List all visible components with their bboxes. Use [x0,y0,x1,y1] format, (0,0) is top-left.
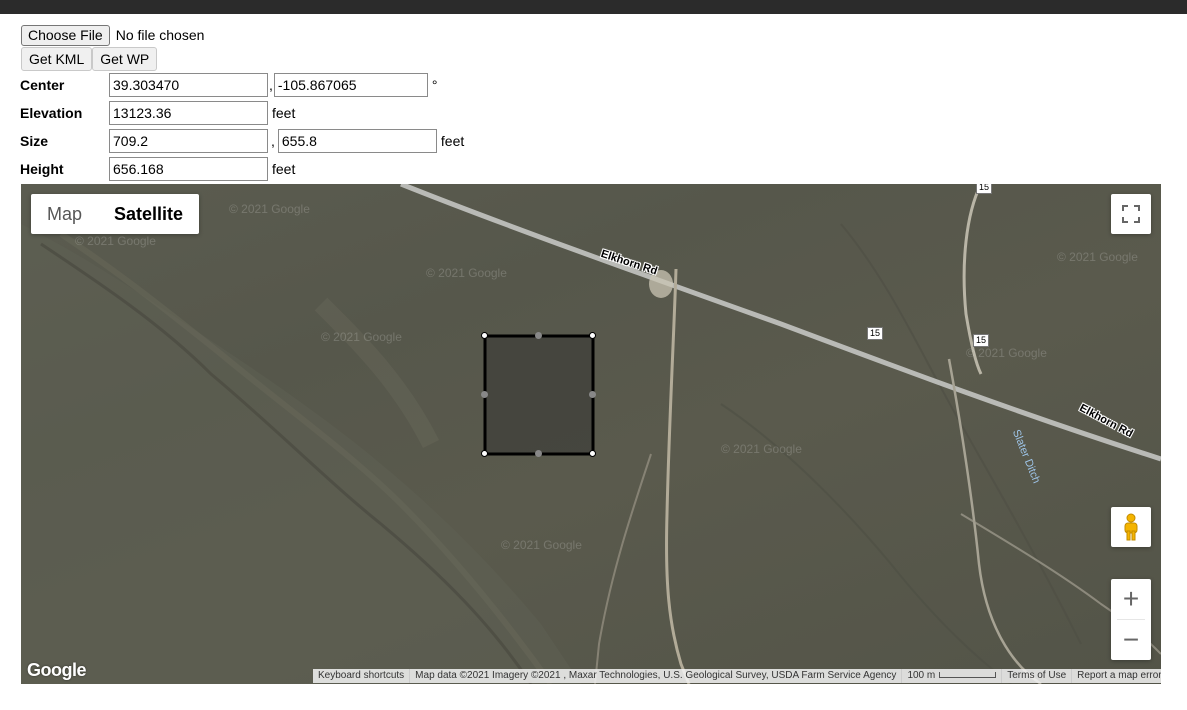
polygon-vertex-handle[interactable] [589,332,596,339]
elevation-unit: feet [272,105,296,121]
get-kml-button[interactable]: Get KML [21,47,93,71]
map-footer: Keyboard shortcuts Map data ©2021 Imager… [313,669,1161,683]
size-width-input[interactable] [109,129,268,153]
get-wp-button[interactable]: Get WP [92,47,158,71]
satellite-terrain [21,184,1161,684]
polygon-vertex-handle[interactable] [481,450,488,457]
imagery-watermark: © 2021 Google [229,202,310,216]
zoom-control: + − [1111,579,1151,660]
google-logo: Google [27,660,87,680]
height-row: Height feet [20,157,295,181]
route-shield: 15 [867,327,884,340]
height-label: Height [20,161,64,177]
action-buttons: Get KML Get WP [21,47,158,71]
pegman-icon [1124,513,1138,541]
size-length-input[interactable] [277,129,437,153]
polygon-vertex-handle[interactable] [589,450,596,457]
street-view-button[interactable] [1111,507,1151,547]
zoom-out-button[interactable]: − [1111,620,1151,660]
scale-label: 100 m [907,670,936,681]
size-separator: , [271,133,275,149]
fullscreen-button[interactable] [1111,194,1151,234]
center-lat-input[interactable] [109,73,268,97]
elevation-label: Elevation [20,105,83,121]
imagery-watermark: © 2021 Google [966,346,1047,360]
height-unit: feet [272,161,296,177]
center-label: Center [20,77,65,93]
imagery-watermark: © 2021 Google [426,266,507,280]
file-picker-row: Choose File No file chosen [21,24,204,46]
imagery-watermark: © 2021 Google [1057,250,1138,264]
imagery-watermark: © 2021 Google [501,538,582,552]
height-input[interactable] [109,157,268,181]
scale-control[interactable]: 100 m [902,669,1003,683]
map-type-satellite-button[interactable]: Satellite [98,194,199,234]
choose-file-button[interactable]: Choose File [21,24,110,46]
file-status-text: No file chosen [115,27,205,43]
center-lng-input[interactable] [273,73,428,97]
polygon-midpoint-handle[interactable] [535,450,542,457]
fullscreen-icon [1122,205,1140,223]
polygon-vertex-handle[interactable] [481,332,488,339]
browser-top-bar [0,0,1187,14]
polygon-midpoint-handle[interactable] [535,332,542,339]
map-data-attribution: Map data ©2021 Imagery ©2021 , Maxar Tec… [410,669,903,683]
size-label: Size [20,133,49,149]
map-type-map-button[interactable]: Map [31,194,98,234]
terms-of-use-link[interactable]: Terms of Use [1002,669,1073,683]
zoom-in-button[interactable]: + [1111,579,1151,619]
route-shield: 15 [976,184,993,194]
map-type-control: Map Satellite [31,194,200,234]
map-canvas[interactable]: © 2021 Google © 2021 Google © 2021 Googl… [21,184,1161,684]
size-unit: feet [440,133,465,149]
polygon-midpoint-handle[interactable] [481,391,488,398]
polygon-midpoint-handle[interactable] [589,391,596,398]
elevation-input[interactable] [109,101,268,125]
imagery-watermark: © 2021 Google [321,330,402,344]
center-unit: ° [431,77,438,93]
route-shield: 15 [973,334,990,347]
center-row: Center , ° [20,73,438,97]
scale-bar [939,672,997,679]
elevation-row: Elevation feet [20,101,295,125]
report-map-error-link[interactable]: Report a map error [1072,669,1161,683]
imagery-watermark: © 2021 Google [75,234,156,248]
keyboard-shortcuts-link[interactable]: Keyboard shortcuts [313,669,411,683]
size-row: Size , feet [20,129,464,153]
imagery-watermark: © 2021 Google [721,442,802,456]
